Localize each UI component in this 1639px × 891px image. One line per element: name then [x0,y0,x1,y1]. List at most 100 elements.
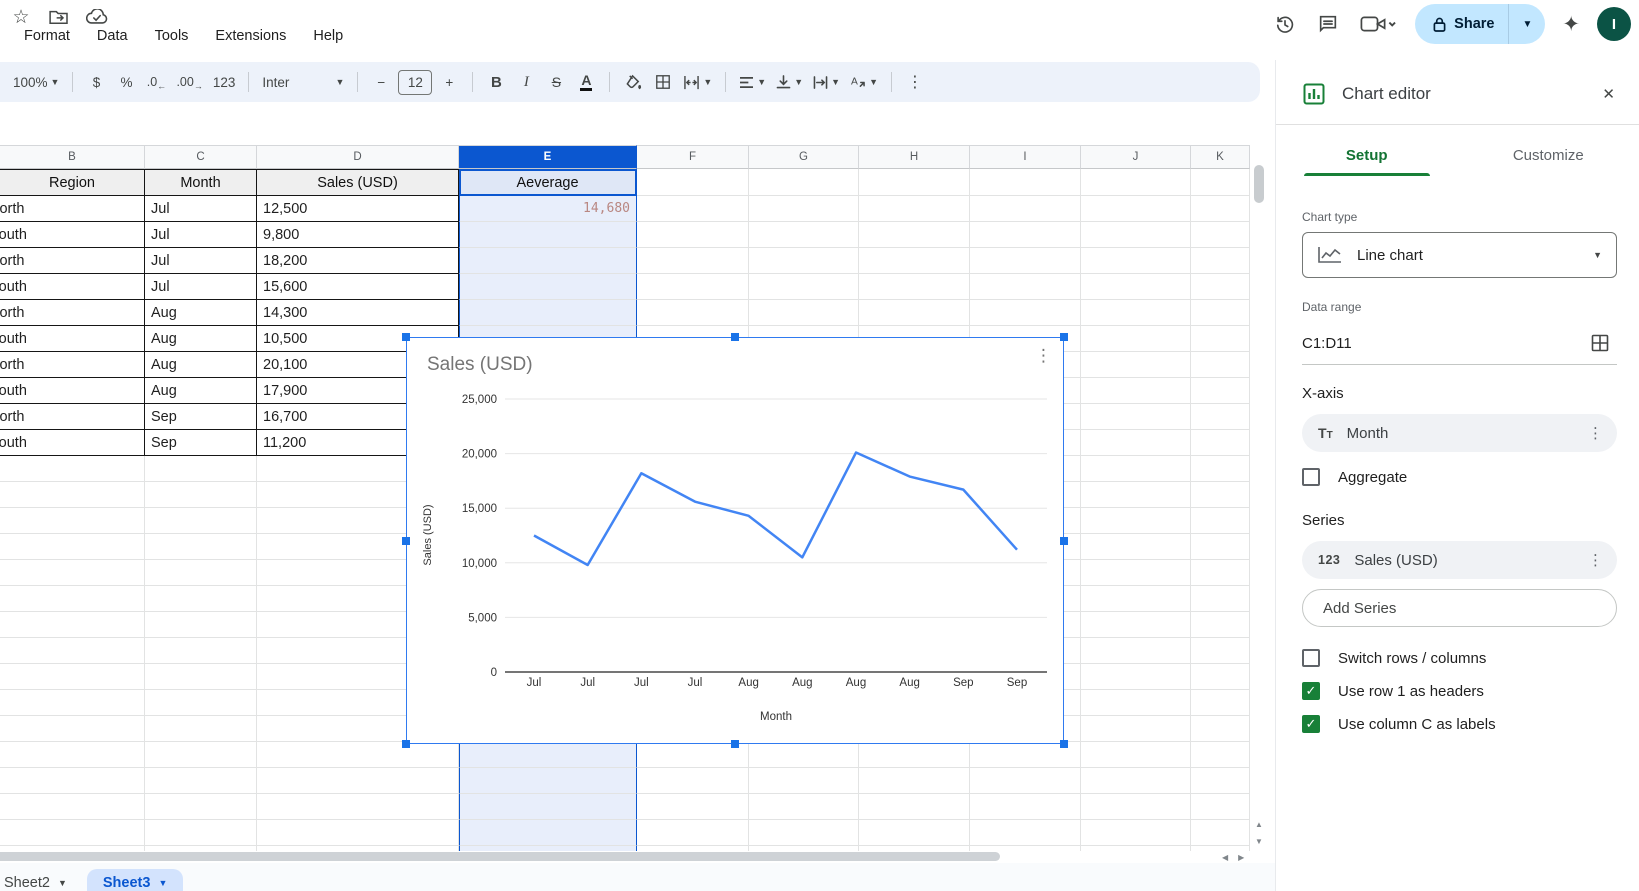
cell[interactable] [1191,326,1250,352]
cell[interactable]: Sep [145,430,257,456]
chart-resize-handle[interactable] [731,333,739,341]
cell[interactable] [145,820,257,846]
series-options-icon[interactable]: ⋮ [1588,551,1603,569]
horizontal-align-button[interactable]: ▼ [736,69,769,95]
cell[interactable]: 14,300 [257,300,459,326]
cell[interactable] [145,664,257,690]
cell[interactable] [1191,664,1250,690]
cell-E2-preview[interactable]: 14,680 [459,196,637,222]
cell[interactable] [749,196,859,222]
cell[interactable] [0,716,145,742]
cell[interactable] [637,768,749,794]
cell[interactable] [0,846,145,851]
cell[interactable] [0,794,145,820]
increase-decimal-button[interactable]: .00→ [173,69,205,95]
font-select[interactable]: Inter▼ [259,69,347,95]
cell[interactable] [0,768,145,794]
horizontal-scroll-arrows[interactable]: ◀▶ [1222,853,1244,862]
cell[interactable]: North [0,300,145,326]
cell[interactable]: South [0,430,145,456]
cell[interactable] [1081,352,1191,378]
cell[interactable] [0,534,145,560]
menu-help[interactable]: Help [313,28,343,44]
cell[interactable] [1191,456,1250,482]
cell[interactable] [145,534,257,560]
format-percent-button[interactable]: % [113,69,139,95]
select-range-grid-icon[interactable] [1591,334,1609,352]
cell[interactable]: South [0,274,145,300]
add-series-button[interactable]: Add Series [1302,589,1617,627]
cell[interactable] [145,846,257,851]
cell[interactable] [0,664,145,690]
cell[interactable] [1081,326,1191,352]
cell[interactable] [637,248,749,274]
cell[interactable] [749,274,859,300]
text-rotation-button[interactable]: A ▼ [847,69,881,95]
cell[interactable] [1081,794,1191,820]
cell[interactable]: 18,200 [257,248,459,274]
number-format-button[interactable]: 123 [210,69,239,95]
cell[interactable] [145,612,257,638]
cell[interactable] [637,794,749,820]
cell[interactable]: South [0,326,145,352]
cell[interactable] [970,794,1081,820]
cell[interactable] [1191,586,1250,612]
cell[interactable] [0,820,145,846]
cell[interactable] [637,169,749,196]
video-call-icon[interactable] [1358,11,1398,37]
cell[interactable] [859,169,970,196]
menu-data[interactable]: Data [97,28,128,44]
cell[interactable] [749,222,859,248]
cell[interactable] [859,742,970,768]
merge-cells-button[interactable]: ▼ [680,69,715,95]
cell[interactable] [459,794,637,820]
chart-resize-handle[interactable] [1060,333,1068,341]
cell[interactable]: North [0,248,145,274]
cell[interactable] [1081,768,1191,794]
cell[interactable] [749,300,859,326]
vertical-scroll-arrows[interactable]: ▲▼ [1255,820,1263,846]
column-header-J[interactable]: J [1081,145,1191,169]
cell[interactable]: Aug [145,326,257,352]
cell[interactable] [859,222,970,248]
increase-font-size-button[interactable]: + [436,69,462,95]
menu-tools[interactable]: Tools [155,28,189,44]
cell[interactable] [859,820,970,846]
cell[interactable] [1081,456,1191,482]
cell[interactable] [1081,274,1191,300]
comments-icon[interactable] [1315,11,1341,37]
cell[interactable] [859,794,970,820]
cell[interactable] [749,768,859,794]
cell[interactable] [1191,352,1250,378]
fill-color-button[interactable] [620,69,646,95]
cell[interactable] [1081,846,1191,851]
cell[interactable] [145,716,257,742]
cell[interactable] [1081,612,1191,638]
data-range-field[interactable]: C1:D11 [1302,322,1617,365]
embedded-chart[interactable]: ⋮ Sales (USD)05,00010,00015,00020,00025,… [406,337,1064,744]
cell[interactable]: Region [0,169,145,196]
cell[interactable] [1081,716,1191,742]
cell[interactable] [1191,768,1250,794]
cell[interactable] [859,274,970,300]
strikethrough-button[interactable]: S [543,69,569,95]
cell[interactable] [1081,638,1191,664]
share-dropdown[interactable]: ▼ [1509,4,1545,44]
cell[interactable] [145,482,257,508]
cell[interactable] [859,196,970,222]
decrease-font-size-button[interactable]: − [368,69,394,95]
cell[interactable] [459,846,637,851]
cell[interactable] [145,638,257,664]
column-header-G[interactable]: G [749,145,859,169]
cell[interactable] [1191,248,1250,274]
cell[interactable] [1081,378,1191,404]
chart-resize-handle[interactable] [402,333,410,341]
borders-button[interactable] [650,69,676,95]
active-cell-E1[interactable]: Aeverage [459,169,637,196]
cell[interactable]: Jul [145,248,257,274]
cell[interactable]: Aug [145,378,257,404]
cell[interactable] [1081,248,1191,274]
checkbox-use-column-c-as-labels[interactable]: ✓ [1302,715,1320,733]
close-panel-button[interactable]: ✕ [1602,85,1615,103]
cell[interactable] [749,794,859,820]
